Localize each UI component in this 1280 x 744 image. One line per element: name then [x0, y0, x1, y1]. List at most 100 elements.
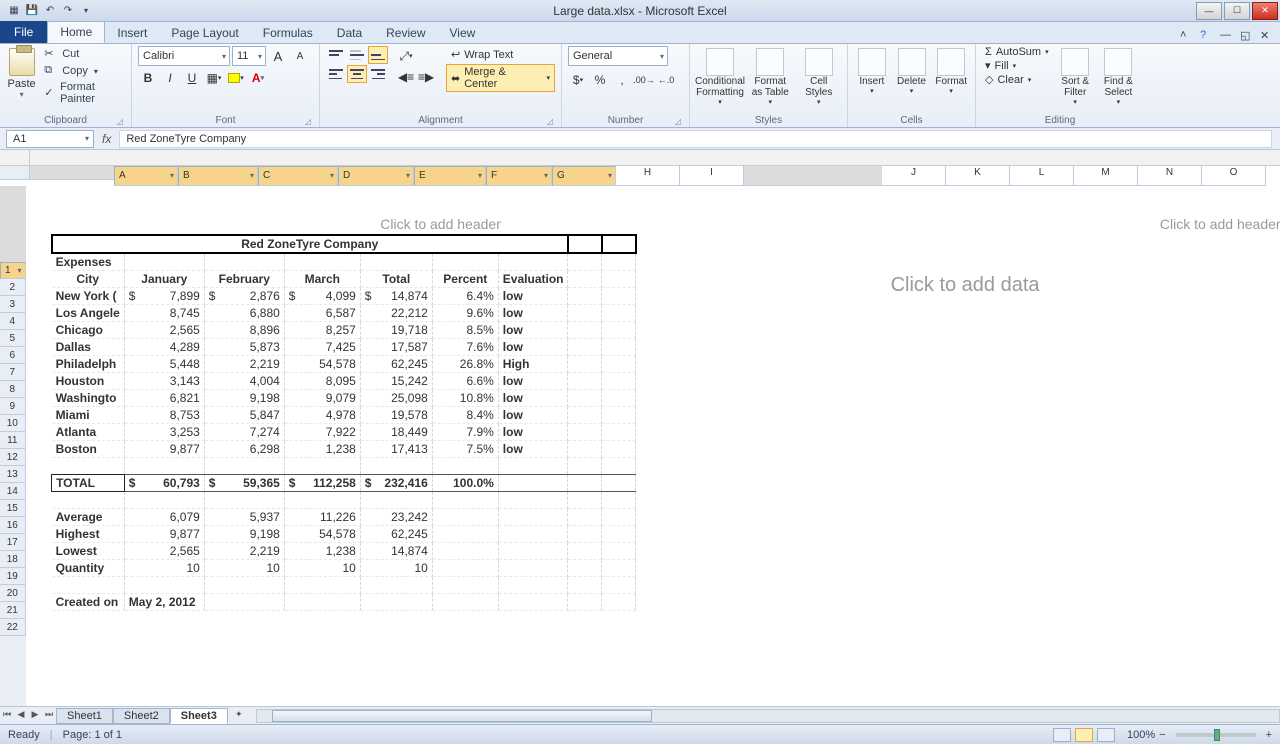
row-header-19[interactable]: 19: [0, 568, 26, 585]
autosum-button[interactable]: ΣAutoSum▾: [982, 46, 1052, 58]
row-header-17[interactable]: 17: [0, 534, 26, 551]
sort-filter-button[interactable]: Sort & Filter▾: [1056, 46, 1095, 115]
zoom-level[interactable]: 100%: [1127, 729, 1155, 741]
page-break-view-button[interactable]: [1097, 728, 1115, 742]
row-header-13[interactable]: 13: [0, 466, 26, 483]
border-button[interactable]: ▦▾: [204, 68, 224, 88]
col-header-i[interactable]: I: [680, 166, 744, 186]
increase-decimal-button[interactable]: .00→: [634, 70, 654, 90]
name-box[interactable]: A1: [6, 130, 94, 148]
align-center-button[interactable]: [347, 65, 367, 83]
align-left-button[interactable]: [326, 65, 346, 83]
tab-insert[interactable]: Insert: [105, 23, 159, 43]
minimize-button[interactable]: —: [1196, 2, 1222, 20]
col-header-g[interactable]: G: [552, 166, 616, 186]
align-right-button[interactable]: [368, 65, 388, 83]
paste-button[interactable]: Paste ▾: [6, 46, 37, 115]
tab-view[interactable]: View: [438, 23, 488, 43]
save-icon[interactable]: 💾: [24, 3, 40, 19]
col-header-j[interactable]: J: [882, 166, 946, 186]
col-header-h[interactable]: H: [616, 166, 680, 186]
zoom-out-button[interactable]: −: [1159, 729, 1165, 741]
align-bottom-button[interactable]: [368, 46, 388, 64]
sheet-nav-last[interactable]: ⏭: [42, 709, 56, 723]
sheet-tab-3[interactable]: Sheet3: [170, 708, 228, 724]
font-size-select[interactable]: 11: [232, 46, 266, 66]
col-header-m[interactable]: M: [1074, 166, 1138, 186]
row-header-21[interactable]: 21: [0, 602, 26, 619]
data-placeholder[interactable]: Click to add data: [881, 234, 1280, 337]
fill-button[interactable]: ▾Fill▾: [982, 59, 1052, 72]
copy-button[interactable]: ⧉Copy▾: [41, 63, 125, 79]
orientation-button[interactable]: ⤢▾: [396, 46, 416, 66]
col-header-o[interactable]: O: [1202, 166, 1266, 186]
row-header-18[interactable]: 18: [0, 551, 26, 568]
delete-cells-button[interactable]: Delete▾: [894, 46, 930, 115]
percent-button[interactable]: %: [590, 70, 610, 90]
format-as-table-button[interactable]: Format as Table▾: [748, 46, 793, 115]
row-header-10[interactable]: 10: [0, 415, 26, 432]
formula-input[interactable]: Red ZoneTyre Company: [119, 130, 1272, 148]
alignment-dialog-icon[interactable]: ◿: [545, 117, 555, 127]
tab-page-layout[interactable]: Page Layout: [159, 23, 250, 43]
col-header-e[interactable]: E: [414, 166, 486, 186]
redo-icon[interactable]: ↷: [60, 3, 76, 19]
zoom-in-button[interactable]: +: [1266, 729, 1272, 741]
format-painter-button[interactable]: ✓Format Painter: [41, 80, 125, 106]
clear-button[interactable]: ◇Clear▾: [982, 73, 1052, 86]
increase-indent-button[interactable]: ≡▶: [416, 67, 436, 87]
row-header-11[interactable]: 11: [0, 432, 26, 449]
font-dialog-icon[interactable]: ◿: [303, 117, 313, 127]
row-header-12[interactable]: 12: [0, 449, 26, 466]
file-tab[interactable]: File: [0, 21, 47, 43]
header-placeholder[interactable]: Click to add header: [51, 196, 831, 234]
col-header-c[interactable]: C: [258, 166, 338, 186]
col-header-k[interactable]: K: [946, 166, 1010, 186]
horizontal-scrollbar[interactable]: [256, 709, 1280, 723]
tab-review[interactable]: Review: [374, 23, 437, 43]
mdi-close-icon[interactable]: ✕: [1260, 29, 1274, 43]
select-all-corner[interactable]: [0, 166, 30, 180]
tab-formulas[interactable]: Formulas: [251, 23, 325, 43]
close-button[interactable]: ✕: [1252, 2, 1278, 20]
shrink-font-button[interactable]: A: [290, 46, 310, 66]
row-header-7[interactable]: 7: [0, 364, 26, 381]
cut-button[interactable]: ✂Cut: [41, 46, 125, 62]
sheet-tab-2[interactable]: Sheet2: [113, 708, 170, 724]
zoom-slider[interactable]: [1176, 733, 1256, 737]
row-header-1[interactable]: 1: [0, 262, 26, 279]
italic-button[interactable]: I: [160, 68, 180, 88]
help-icon[interactable]: ?: [1200, 29, 1214, 43]
align-middle-button[interactable]: [347, 46, 367, 64]
row-header-20[interactable]: 20: [0, 585, 26, 602]
sheet-tab-1[interactable]: Sheet1: [56, 708, 113, 724]
col-header-b[interactable]: B: [178, 166, 258, 186]
merge-center-button[interactable]: ⬌Merge & Center▾: [446, 64, 555, 92]
col-header-d[interactable]: D: [338, 166, 414, 186]
tab-data[interactable]: Data: [325, 23, 374, 43]
row-header-9[interactable]: 9: [0, 398, 26, 415]
font-name-select[interactable]: Calibri: [138, 46, 230, 66]
row-header-8[interactable]: 8: [0, 381, 26, 398]
col-header-l[interactable]: L: [1010, 166, 1074, 186]
cell-styles-button[interactable]: Cell Styles▾: [797, 46, 842, 115]
sheet-nav-first[interactable]: ⏮: [0, 709, 14, 723]
fill-color-button[interactable]: ▾: [226, 68, 246, 88]
number-format-select[interactable]: General: [568, 46, 668, 66]
spreadsheet-grid[interactable]: Red ZoneTyre CompanyExpensesCityJanuaryF…: [51, 234, 637, 611]
wrap-text-button[interactable]: ↩Wrap Text: [446, 46, 555, 63]
mdi-restore-icon[interactable]: ◱: [1240, 29, 1254, 43]
format-cells-button[interactable]: Format▾: [933, 46, 969, 115]
underline-button[interactable]: U: [182, 68, 202, 88]
page-layout-view-button[interactable]: [1075, 728, 1093, 742]
decrease-decimal-button[interactable]: ←.0: [656, 70, 676, 90]
fx-icon[interactable]: fx: [102, 132, 111, 146]
tab-home[interactable]: Home: [47, 21, 105, 43]
minimize-ribbon-icon[interactable]: ˄: [1180, 29, 1194, 43]
sheet-nav-next[interactable]: ▶: [28, 709, 42, 723]
col-header-n[interactable]: N: [1138, 166, 1202, 186]
maximize-button[interactable]: ☐: [1224, 2, 1250, 20]
row-header-2[interactable]: 2: [0, 279, 26, 296]
row-header-15[interactable]: 15: [0, 500, 26, 517]
row-header-14[interactable]: 14: [0, 483, 26, 500]
